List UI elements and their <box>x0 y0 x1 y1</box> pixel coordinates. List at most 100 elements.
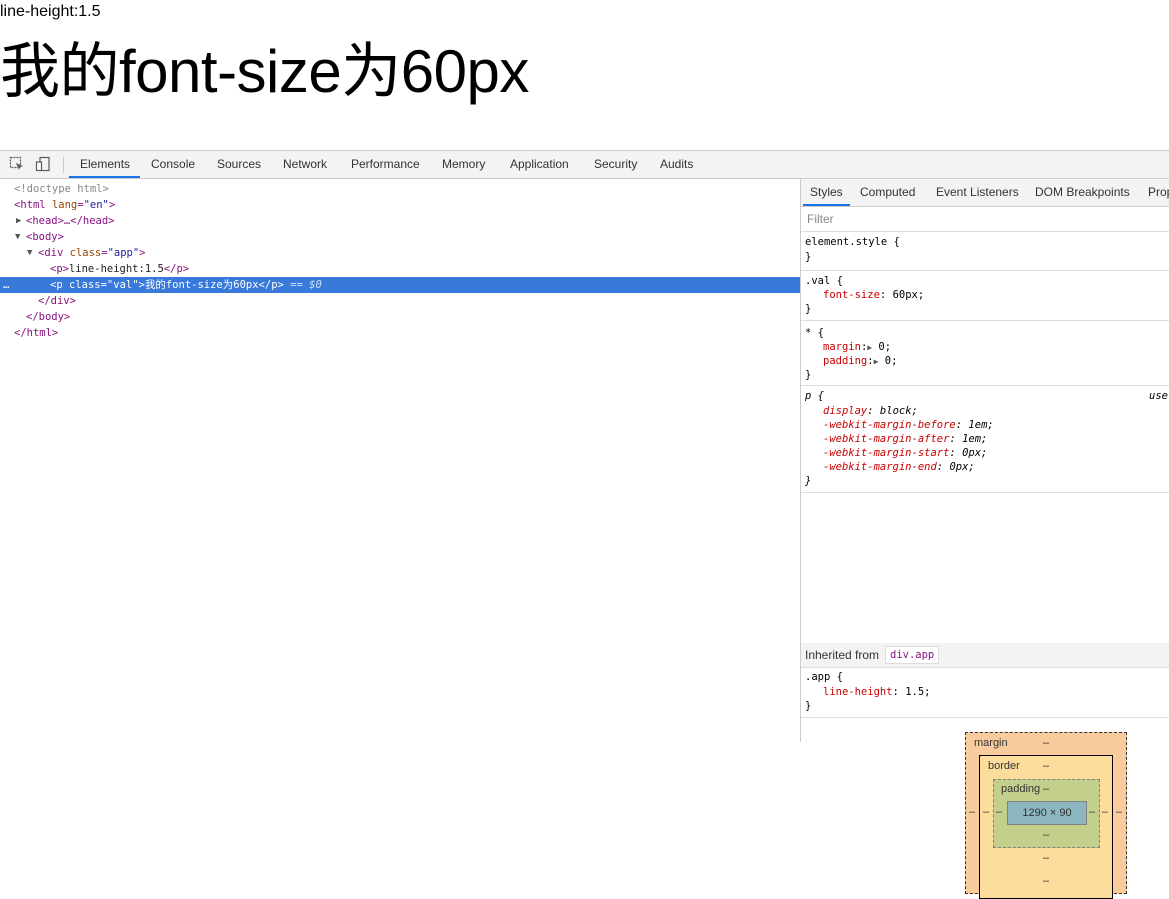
line-height-declaration[interactable]: line-height: 1.5; <box>823 685 931 699</box>
body-close-text: </body> <box>26 311 71 323</box>
inherited-element-link[interactable]: div.app <box>885 646 940 664</box>
inherited-from-header: Inherited from div.app <box>801 643 1169 668</box>
rule-user-agent-p: p { use display: block; -webkit-margin-b… <box>801 386 1169 493</box>
tab-event-listeners[interactable]: Event Listeners <box>936 179 1019 206</box>
tab-dom-breakpoints[interactable]: DOM Breakpoints <box>1035 179 1130 206</box>
border-bottom-value[interactable]: – <box>1043 852 1049 864</box>
close-brace: } <box>805 251 812 263</box>
inspect-element-icon[interactable] <box>9 156 25 172</box>
tab-console[interactable]: Console <box>151 151 195 178</box>
styles-filter-input[interactable]: Filter <box>807 212 834 226</box>
padding-right-value[interactable]: – <box>1089 806 1095 818</box>
box-model-content[interactable]: 1290 × 90 <box>1007 801 1087 825</box>
node-actions-ellipsis[interactable]: … <box>3 277 9 293</box>
div-tag: div <box>44 247 64 259</box>
close-brace: } <box>805 303 812 315</box>
ua-declaration: -webkit-margin-after: 1em; <box>823 433 988 445</box>
dom-node-body-close[interactable]: </body> <box>0 309 800 325</box>
tab-properties[interactable]: Prop <box>1148 179 1169 206</box>
rule-app: .app { line-height: 1.5; } <box>801 668 1169 718</box>
page-heading: 我的font-size为60px <box>0 38 529 105</box>
elements-tree: <!doctype html> <html lang="en"> ▶ <head… <box>0 179 800 742</box>
dom-node-html[interactable]: <html lang="en"> <box>0 197 800 213</box>
styles-sidebar: Styles Computed Event Listeners DOM Brea… <box>801 179 1169 899</box>
page-small-text: line-height:1.5 <box>0 3 101 20</box>
dom-node-body[interactable]: ▼ <body> <box>0 229 800 245</box>
close-brace: } <box>805 369 812 381</box>
padding-left-value[interactable]: – <box>996 806 1002 818</box>
expand-triangle-icon: ▶ <box>873 357 879 366</box>
tab-audits[interactable]: Audits <box>660 151 693 178</box>
margin-left-value[interactable]: – <box>969 806 975 818</box>
p2-close: </p> <box>258 279 284 291</box>
expand-triangle-icon: ▶ <box>867 343 873 352</box>
styles-tabs: Styles Computed Event Listeners DOM Brea… <box>801 179 1169 207</box>
collapse-triangle-icon[interactable]: ▼ <box>15 229 20 245</box>
margin-declaration[interactable]: margin:▶ 0; <box>823 340 891 354</box>
margin-right-value[interactable]: – <box>1116 806 1122 818</box>
margin-bottom-value[interactable]: – <box>1043 875 1049 887</box>
doctype-text: <!doctype html> <box>14 183 109 195</box>
tab-computed[interactable]: Computed <box>860 179 915 206</box>
p2-class-value: "val" <box>106 279 139 291</box>
html-close-text: </html> <box>14 327 59 339</box>
dom-node-html-close[interactable]: </html> <box>0 325 800 341</box>
ua-declaration: -webkit-margin-before: 1em; <box>823 419 994 431</box>
padding-bottom-value[interactable]: – <box>1043 829 1049 841</box>
margin-label: margin <box>974 737 1008 749</box>
border-label: border <box>988 760 1020 772</box>
div-class-value: "app" <box>107 247 140 259</box>
padding-declaration[interactable]: padding:▶ 0; <box>823 354 897 368</box>
element-style-selector[interactable]: element.style { <box>805 235 900 249</box>
head-node-text: <head>…</head> <box>26 215 115 227</box>
ua-p-selector: p { <box>805 390 824 402</box>
toolbar-divider <box>63 157 64 173</box>
devtools-panel: Elements Console Sources Network Perform… <box>0 150 1169 899</box>
dom-node-div-close[interactable]: </div> <box>0 293 800 309</box>
close-brace: } <box>805 475 812 487</box>
tab-sources[interactable]: Sources <box>217 151 261 178</box>
val-declaration[interactable]: font-size: 60px; <box>823 288 924 302</box>
tab-styles[interactable]: Styles <box>810 179 843 206</box>
border-right-value[interactable]: – <box>1102 806 1108 818</box>
devtools-toolbar: Elements Console Sources Network Perform… <box>0 151 1169 179</box>
val-selector[interactable]: .val { <box>805 274 843 288</box>
selected-node-marker: == $0 <box>290 279 322 291</box>
ua-source-label: use <box>1149 390 1168 402</box>
rule-universal: * { margin:▶ 0; padding:▶ 0; } <box>801 321 1169 386</box>
inherited-label: Inherited from <box>805 648 880 662</box>
padding-top-value[interactable]: – <box>1043 783 1049 795</box>
html-tag: html <box>20 199 46 211</box>
tab-performance[interactable]: Performance <box>351 151 420 178</box>
body-open-text: <body> <box>26 231 64 243</box>
div-class-attr: class <box>69 247 102 259</box>
active-styles-tab-indicator <box>803 204 850 206</box>
rule-element-style: element.style { } <box>801 231 1169 271</box>
close-brace: } <box>805 700 812 712</box>
collapse-triangle-icon[interactable]: ▼ <box>27 245 32 261</box>
dom-node-p-line-height[interactable]: <p>line-height:1.5</p> <box>0 261 800 277</box>
tab-security[interactable]: Security <box>594 151 637 178</box>
app-selector[interactable]: .app { <box>805 670 843 684</box>
rule-val: .val { font-size: 60px; } <box>801 270 1169 321</box>
tab-memory[interactable]: Memory <box>442 151 485 178</box>
p1-text: line-height:1.5 <box>68 263 164 275</box>
universal-selector[interactable]: * { <box>805 326 824 340</box>
expand-triangle-icon[interactable]: ▶ <box>16 213 21 229</box>
ua-declaration: -webkit-margin-end: 0px; <box>823 461 975 473</box>
margin-top-value[interactable]: – <box>1043 737 1049 749</box>
dom-node-p-val-selected[interactable]: … <p class="val">我的font-size为60px</p> ==… <box>0 277 800 293</box>
dom-node-head[interactable]: ▶ <head>…</head> <box>0 213 800 229</box>
dom-node-doctype[interactable]: <!doctype html> <box>0 181 800 197</box>
padding-label: padding <box>1001 783 1041 795</box>
border-top-value[interactable]: – <box>1043 760 1049 772</box>
ua-declaration: -webkit-margin-start: 0px; <box>823 447 988 459</box>
dom-node-div-app[interactable]: ▼ <div class="app"> <box>0 245 800 261</box>
tab-application[interactable]: Application <box>510 151 569 178</box>
device-toolbar-icon[interactable] <box>35 156 51 172</box>
html-lang-attr: lang <box>51 199 78 211</box>
div-close-text: </div> <box>38 295 76 307</box>
border-left-value[interactable]: – <box>983 806 989 818</box>
tab-elements[interactable]: Elements <box>80 151 130 178</box>
tab-network[interactable]: Network <box>283 151 327 178</box>
